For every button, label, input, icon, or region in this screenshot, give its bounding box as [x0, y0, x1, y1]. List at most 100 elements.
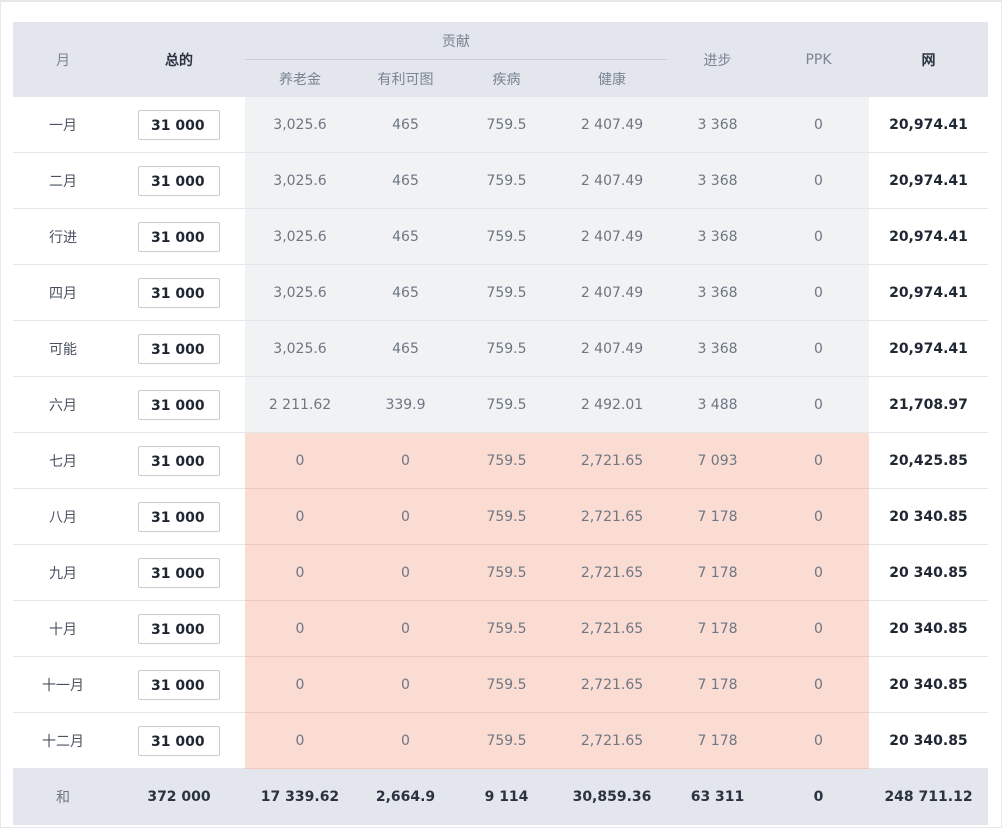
month-cell: 可能	[13, 320, 113, 377]
pension-cell: 0	[245, 488, 355, 545]
sum-total: 372 000	[113, 768, 245, 825]
sickness-cell: 759.5	[456, 544, 557, 601]
health-cell: 2 407.49	[557, 264, 667, 321]
net-cell: 20,974.41	[869, 320, 988, 377]
total-cell: 31 000	[113, 600, 245, 657]
pension-cell: 0	[245, 712, 355, 769]
gross-salary-input[interactable]: 31 000	[138, 333, 220, 364]
net-cell: 20,974.41	[869, 97, 988, 153]
month-cell: 十二月	[13, 712, 113, 769]
header-total: 总的	[113, 22, 245, 97]
table-row: 一月 31 000 3,025.6 465 759.5 2 407.49 3 368 0 20,…	[13, 97, 988, 153]
net-cell: 20 340.85	[869, 656, 988, 713]
advance-cell: 7 178	[667, 544, 768, 601]
total-cell: 31 000	[113, 376, 245, 433]
health-cell: 2,721.65	[557, 544, 667, 601]
gross-salary-input[interactable]: 31 000	[138, 445, 220, 476]
ppk-cell: 0	[768, 208, 869, 265]
sum-net: 248 711.12	[869, 768, 988, 825]
net-cell: 20 340.85	[869, 712, 988, 769]
health-cell: 2,721.65	[557, 600, 667, 657]
disability-cell: 0	[355, 432, 456, 489]
disability-cell: 339.9	[355, 376, 456, 433]
month-cell: 九月	[13, 544, 113, 601]
table-body: 一月 31 000 3,025.6 465 759.5 2 407.49 3 368 0 20,…	[13, 97, 988, 769]
total-cell: 31 000	[113, 544, 245, 601]
total-cell: 31 000	[113, 432, 245, 489]
month-cell: 六月	[13, 376, 113, 433]
header-advance: 进步	[667, 22, 768, 97]
gross-salary-input[interactable]: 31 000	[138, 613, 220, 644]
disability-cell: 465	[355, 152, 456, 209]
ppk-cell: 0	[768, 320, 869, 377]
health-cell: 2 492.01	[557, 376, 667, 433]
disability-cell: 465	[355, 97, 456, 153]
gross-salary-input[interactable]: 31 000	[138, 165, 220, 196]
ppk-cell: 0	[768, 264, 869, 321]
health-cell: 2 407.49	[557, 208, 667, 265]
advance-cell: 3 368	[667, 152, 768, 209]
month-cell: 行进	[13, 208, 113, 265]
disability-cell: 0	[355, 600, 456, 657]
disability-cell: 0	[355, 712, 456, 769]
sum-pension: 17 339.62	[245, 768, 355, 825]
gross-salary-input[interactable]: 31 000	[138, 221, 220, 252]
sickness-cell: 759.5	[456, 264, 557, 321]
disability-cell: 465	[355, 264, 456, 321]
net-cell: 20 340.85	[869, 600, 988, 657]
advance-cell: 3 368	[667, 97, 768, 153]
table-row: 九月 31 000 0 0 759.5 2,721.65 7 178 0 20 340.85	[13, 544, 988, 601]
advance-cell: 7 093	[667, 432, 768, 489]
header-month: 月	[13, 22, 113, 97]
pension-cell: 3,025.6	[245, 152, 355, 209]
net-cell: 20 340.85	[869, 488, 988, 545]
table-row: 七月 31 000 0 0 759.5 2,721.65 7 093 0 20,425.85	[13, 432, 988, 489]
ppk-cell: 0	[768, 432, 869, 489]
health-cell: 2,721.65	[557, 488, 667, 545]
header-ppk: PPK	[768, 22, 869, 97]
header-disability: 有利可图	[355, 60, 456, 97]
advance-cell: 3 368	[667, 208, 768, 265]
health-cell: 2 407.49	[557, 97, 667, 153]
disability-cell: 465	[355, 320, 456, 377]
gross-salary-input[interactable]: 31 000	[138, 109, 220, 140]
sum-row: 和 372 000 17 339.62 2,664.9 9 114 30,859…	[13, 768, 988, 825]
gross-salary-input[interactable]: 31 000	[138, 669, 220, 700]
table-row: 行进 31 000 3,025.6 465 759.5 2 407.49 3 368 0 20,…	[13, 208, 988, 265]
sickness-cell: 759.5	[456, 488, 557, 545]
health-cell: 2 407.49	[557, 152, 667, 209]
gross-salary-input[interactable]: 31 000	[138, 389, 220, 420]
total-cell: 31 000	[113, 656, 245, 713]
sickness-cell: 759.5	[456, 152, 557, 209]
sum-advance: 63 311	[667, 768, 768, 825]
pension-cell: 0	[245, 600, 355, 657]
ppk-cell: 0	[768, 712, 869, 769]
header-pension: 养老金	[245, 60, 355, 97]
ppk-cell: 0	[768, 488, 869, 545]
month-cell: 十一月	[13, 656, 113, 713]
net-cell: 20,974.41	[869, 264, 988, 321]
salary-table: 月 总的 贡献 进步 PPK 网 养老金 有利可图 疾病 健康 一月 31 000…	[13, 22, 988, 825]
net-cell: 20,974.41	[869, 152, 988, 209]
table-row: 四月 31 000 3,025.6 465 759.5 2 407.49 3 368 0 20,…	[13, 264, 988, 321]
net-cell: 20 340.85	[869, 544, 988, 601]
pension-cell: 3,025.6	[245, 264, 355, 321]
pension-cell: 0	[245, 432, 355, 489]
sickness-cell: 759.5	[456, 600, 557, 657]
table-row: 八月 31 000 0 0 759.5 2,721.65 7 178 0 20 340.85	[13, 488, 988, 545]
gross-salary-input[interactable]: 31 000	[138, 501, 220, 532]
sum-health: 30,859.36	[557, 768, 667, 825]
gross-salary-input[interactable]: 31 000	[138, 277, 220, 308]
sickness-cell: 759.5	[456, 376, 557, 433]
gross-salary-input[interactable]: 31 000	[138, 725, 220, 756]
sickness-cell: 759.5	[456, 208, 557, 265]
month-cell: 一月	[13, 97, 113, 153]
pension-cell: 0	[245, 544, 355, 601]
advance-cell: 3 368	[667, 320, 768, 377]
advance-cell: 7 178	[667, 656, 768, 713]
sickness-cell: 759.5	[456, 97, 557, 153]
advance-cell: 7 178	[667, 600, 768, 657]
header-sickness: 疾病	[456, 60, 557, 97]
gross-salary-input[interactable]: 31 000	[138, 557, 220, 588]
table-row: 十二月 31 000 0 0 759.5 2,721.65 7 178 0 20 340.85	[13, 712, 988, 769]
